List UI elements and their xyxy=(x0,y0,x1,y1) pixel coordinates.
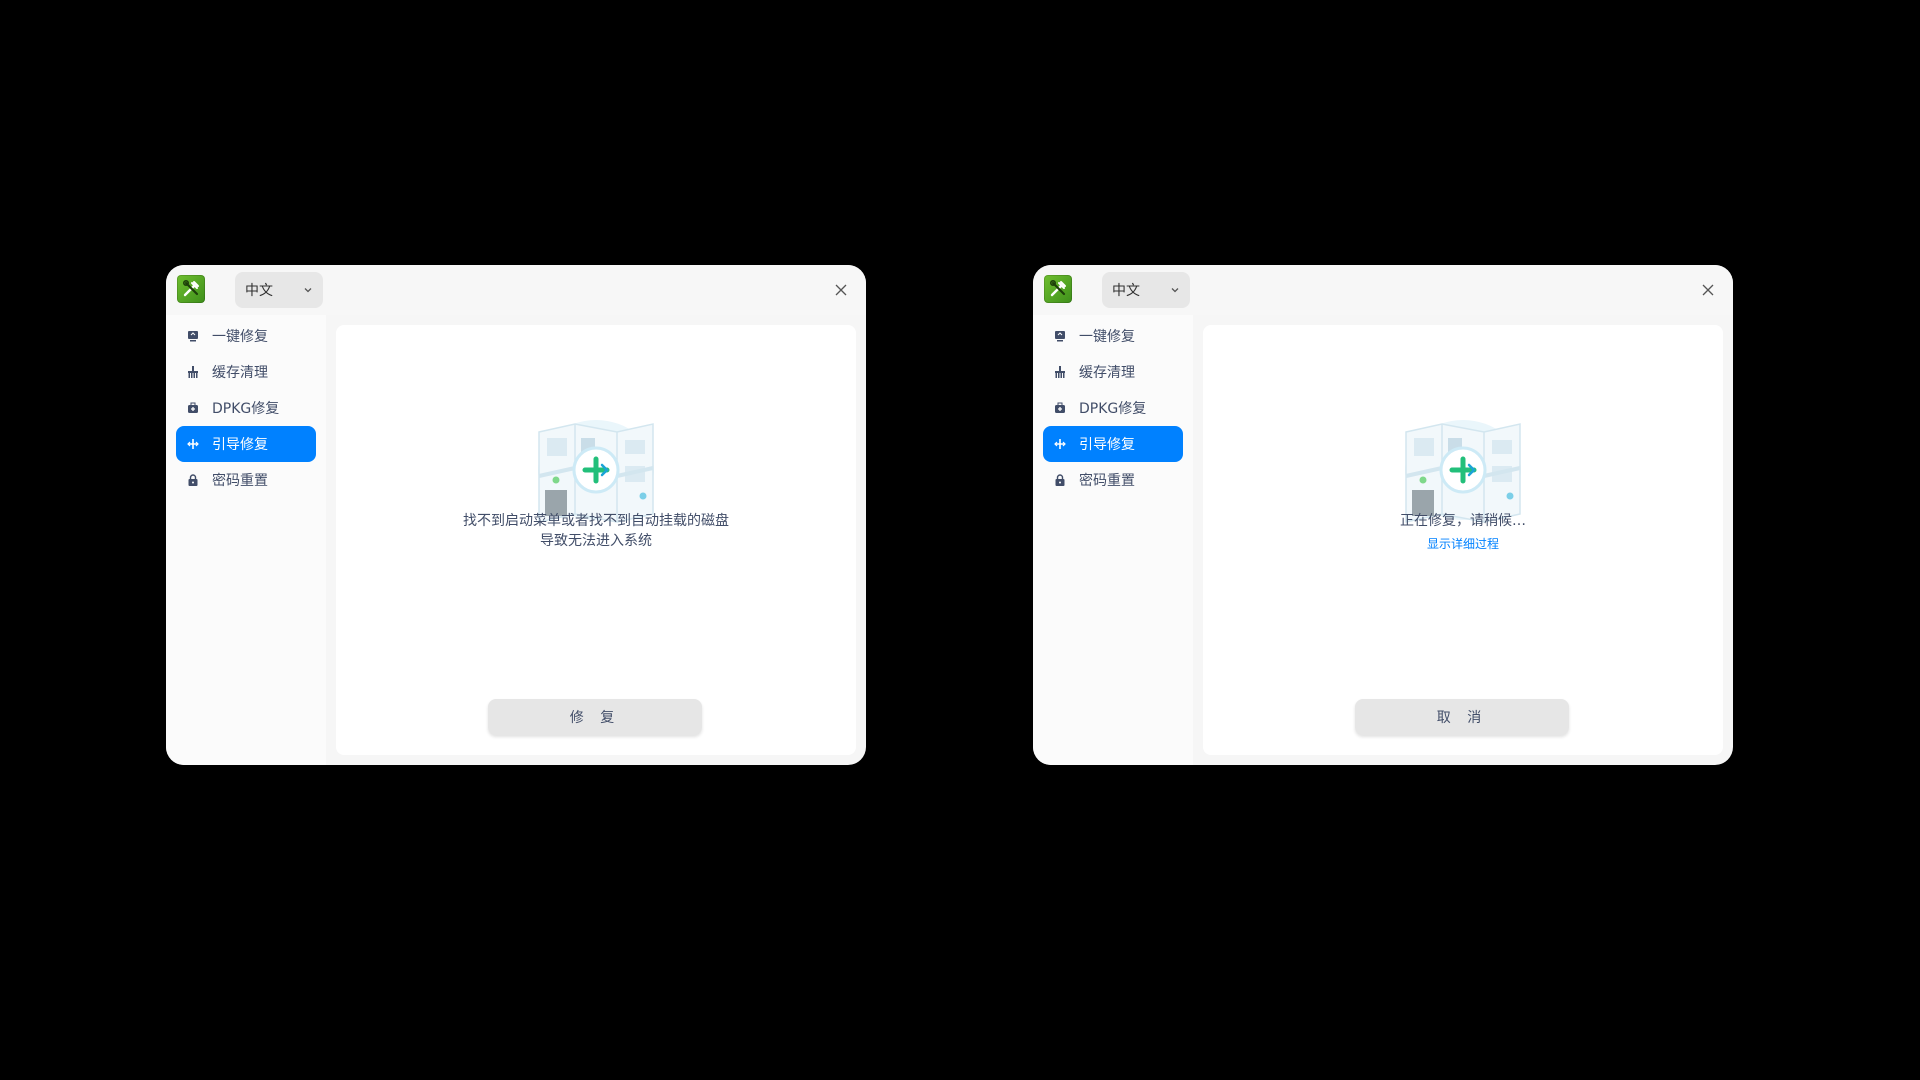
sidebar-item-cache-clean[interactable]: 缓存清理 xyxy=(176,354,316,390)
message-line-2: 导致无法进入系统 xyxy=(540,533,652,549)
language-select[interactable]: 中文 xyxy=(1102,272,1190,308)
sidebar-item-boot-repair[interactable]: 引导修复 xyxy=(1043,426,1183,462)
one-click-repair-icon xyxy=(1053,329,1067,343)
sidebar-item-dpkg-repair[interactable]: DPKG修复 xyxy=(1043,390,1183,426)
titlebar: 中文 xyxy=(1033,265,1733,315)
sidebar-item-label: DPKG修复 xyxy=(212,401,280,417)
language-select-value: 中文 xyxy=(1112,283,1140,299)
chevron-down-icon xyxy=(304,288,312,293)
one-click-repair-icon xyxy=(186,329,200,343)
sidebar-item-label: 一键修复 xyxy=(1079,329,1135,345)
app-tools-icon xyxy=(1044,275,1072,303)
cancel-button[interactable]: 取 消 xyxy=(1355,699,1569,735)
sidebar-item-dpkg-repair[interactable]: DPKG修复 xyxy=(176,390,316,426)
sidebar-item-label: 引导修复 xyxy=(1079,437,1135,453)
close-icon xyxy=(835,284,847,296)
language-select-value: 中文 xyxy=(245,283,273,299)
status-text: 正在修复，请稍候… xyxy=(1400,513,1526,529)
titlebar: 中文 xyxy=(166,265,866,315)
sidebar: 一键修复 缓存清理 DPKG修复 引导修复 密码重置 xyxy=(1033,315,1193,765)
cache-clean-icon xyxy=(1053,365,1067,379)
sidebar-item-label: 引导修复 xyxy=(212,437,268,453)
dpkg-repair-icon xyxy=(186,401,200,415)
language-select[interactable]: 中文 xyxy=(235,272,323,308)
close-icon xyxy=(1702,284,1714,296)
sidebar-item-password-reset[interactable]: 密码重置 xyxy=(1043,462,1183,498)
sidebar-item-label: 密码重置 xyxy=(1079,473,1135,489)
dpkg-repair-icon xyxy=(1053,401,1067,415)
close-button[interactable] xyxy=(830,279,852,301)
sidebar-item-one-click-repair[interactable]: 一键修复 xyxy=(1043,318,1183,354)
sidebar-item-boot-repair[interactable]: 引导修复 xyxy=(176,426,316,462)
sidebar-item-label: DPKG修复 xyxy=(1079,401,1147,417)
main-panel: 正在修复，请稍候… 显示详细过程 取 消 xyxy=(1203,325,1723,755)
sidebar-item-one-click-repair[interactable]: 一键修复 xyxy=(176,318,316,354)
close-button[interactable] xyxy=(1697,279,1719,301)
sidebar-item-password-reset[interactable]: 密码重置 xyxy=(176,462,316,498)
sidebar: 一键修复 缓存清理 DPKG修复 引导修复 密码重置 xyxy=(166,315,326,765)
repair-button[interactable]: 修 复 xyxy=(488,699,702,735)
sidebar-item-label: 缓存清理 xyxy=(212,365,268,381)
boot-repair-icon xyxy=(186,437,200,451)
cache-clean-icon xyxy=(186,365,200,379)
sidebar-item-cache-clean[interactable]: 缓存清理 xyxy=(1043,354,1183,390)
sidebar-item-label: 密码重置 xyxy=(212,473,268,489)
main-panel: 找不到启动菜单或者找不到自动挂载的磁盘 导致无法进入系统 修 复 xyxy=(336,325,856,755)
message-line-1: 找不到启动菜单或者找不到自动挂载的磁盘 xyxy=(463,513,729,529)
sidebar-item-label: 缓存清理 xyxy=(1079,365,1135,381)
password-reset-icon xyxy=(1053,473,1067,487)
password-reset-icon xyxy=(186,473,200,487)
app-tools-icon xyxy=(177,275,205,303)
boot-repair-window-in-progress: 中文 一键修复 缓存清理 DPKG修复 引导修复 密码重置 正在修复，请稍候… … xyxy=(1033,265,1733,765)
sidebar-item-label: 一键修复 xyxy=(212,329,268,345)
chevron-down-icon xyxy=(1171,288,1179,293)
boot-repair-icon xyxy=(1053,437,1067,451)
show-details-link[interactable]: 显示详细过程 xyxy=(1203,535,1723,552)
boot-repair-window: 中文 一键修复 缓存清理 DPKG修复 引导修复 密码重置 找不到启动菜单或者找… xyxy=(166,265,866,765)
